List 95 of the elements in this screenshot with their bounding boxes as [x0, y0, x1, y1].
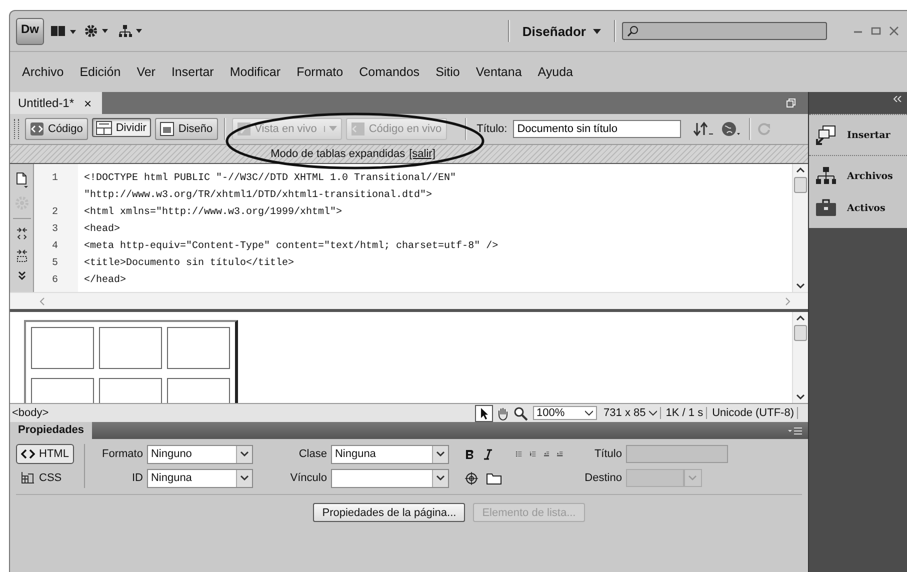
- layout-menu-icon[interactable]: [50, 25, 78, 37]
- design-view-icon: [160, 122, 174, 136]
- field-label: Vínculo: [289, 472, 327, 484]
- split-view-icon: [96, 120, 112, 134]
- menu-item[interactable]: Edición: [72, 65, 129, 79]
- caret-icon: [592, 27, 602, 35]
- panel-item[interactable]: Activos: [809, 192, 907, 224]
- panel-item[interactable]: Insertar: [809, 114, 907, 156]
- document-tab-label: Untitled-1*: [18, 96, 74, 110]
- insert-window-icon: [815, 125, 837, 145]
- code-brackets-icon: [21, 449, 35, 459]
- panel-item[interactable]: Archivos: [809, 160, 907, 192]
- italic-button[interactable]: [482, 448, 493, 460]
- collapse-tag-icon[interactable]: [16, 227, 28, 241]
- collapse-selection-icon[interactable]: [16, 249, 28, 263]
- exit-link[interactable]: [salir]: [409, 148, 436, 160]
- field-label: Destino: [584, 472, 622, 484]
- menu-item[interactable]: Ver: [128, 65, 164, 79]
- search-icon: [627, 25, 639, 37]
- pointer-tool-icon[interactable]: [474, 404, 493, 422]
- code-brackets-icon: [30, 122, 44, 136]
- restore-icon[interactable]: [786, 98, 796, 108]
- zoom-tool-icon[interactable]: [512, 406, 529, 420]
- format-select[interactable]: Ninguno: [146, 444, 253, 464]
- tag-selector[interactable]: <body>: [12, 407, 49, 419]
- search-field[interactable]: [622, 22, 827, 40]
- encoding: Unicode (UTF-8): [709, 407, 798, 419]
- view-button[interactable]: Dividir: [92, 118, 152, 137]
- menu-item[interactable]: Archivo: [14, 65, 72, 79]
- line-number: 6: [50, 275, 59, 286]
- field-label: ID: [130, 472, 143, 484]
- field-label: Clase: [298, 448, 327, 460]
- briefcase-icon: [815, 198, 837, 218]
- code-line: <title>Documento sin título</title>: [83, 258, 294, 269]
- file-transfer-icon[interactable]: [693, 121, 716, 137]
- panel-label: Activos: [847, 202, 886, 214]
- double-chevron-icon[interactable]: [16, 271, 26, 281]
- menu-item[interactable]: Formato: [288, 65, 352, 79]
- menu-item[interactable]: Insertar: [163, 65, 222, 79]
- panel-label: Insertar: [847, 130, 890, 140]
- scroll-thumb[interactable]: [794, 325, 807, 341]
- code-line: <meta http-equiv="Content-Type" content="text/html; charset=utf-8" />: [83, 241, 498, 252]
- mode-button[interactable]: HTML: [16, 444, 74, 464]
- code-line: <!DOCTYPE html PUBLIC "-//W3C//DTD XHTML 1.0 Transitional//EN": [83, 173, 456, 184]
- close-icon[interactable]: [889, 26, 899, 36]
- window-size-select[interactable]: 731 x 85: [600, 407, 661, 419]
- zoom-select[interactable]: 100%: [532, 406, 597, 420]
- code-line: <head>: [83, 224, 120, 235]
- field-label: Formato: [100, 448, 143, 460]
- document-icon[interactable]: [16, 172, 28, 188]
- vertical-scrollbar[interactable]: [792, 164, 808, 292]
- line-number: 2: [50, 207, 59, 218]
- mode-button[interactable]: CSS: [16, 468, 74, 488]
- workspace-switcher[interactable]: Diseñador: [516, 24, 608, 38]
- app-logo: Dw: [16, 18, 44, 44]
- menu-item[interactable]: Ayuda: [530, 65, 581, 79]
- vertical-scrollbar[interactable]: [792, 312, 808, 403]
- folder-icon[interactable]: [486, 472, 502, 484]
- caret-icon: [328, 126, 337, 132]
- maximize-icon[interactable]: [871, 26, 881, 36]
- collapse-panel-icon[interactable]: [893, 96, 903, 102]
- code-line: <html xmlns="http://www.w3.org/1999/xhtml">: [83, 207, 342, 218]
- tab-close-button[interactable]: ×: [84, 96, 92, 110]
- view-button[interactable]: Código: [25, 118, 88, 140]
- link-select[interactable]: [330, 468, 449, 488]
- mode-text: Modo de tablas expandidas: [270, 148, 406, 160]
- properties-button[interactable]: Propiedades de la página...: [313, 503, 466, 522]
- line-number: 4: [50, 241, 59, 252]
- class-select[interactable]: Ninguna: [330, 444, 449, 464]
- menu-item[interactable]: Sitio: [428, 65, 468, 79]
- field-label: Título: [593, 448, 622, 460]
- panel-menu-icon[interactable]: [788, 426, 802, 434]
- bold-button[interactable]: [464, 448, 475, 460]
- line-number: 5: [50, 258, 59, 269]
- panel-label: Archivos: [847, 170, 893, 182]
- title-field[interactable]: Documento sin título: [513, 120, 682, 138]
- code-editor[interactable]: [34, 164, 808, 292]
- document-tab[interactable]: Untitled-1* ×: [10, 92, 102, 114]
- menu-item[interactable]: Modificar: [222, 65, 289, 79]
- menu-item[interactable]: Comandos: [351, 65, 428, 79]
- live-code-icon: [350, 122, 365, 136]
- line-number: 3: [50, 224, 59, 235]
- title-label: Título:: [476, 123, 508, 135]
- download-speed: 1K / 1 s: [662, 407, 708, 419]
- css-grid-icon: [21, 472, 35, 484]
- menu-item[interactable]: Ventana: [468, 65, 530, 79]
- code-line: "http://www.w3.org/TR/xhtml1/DTD/xhtml1-transitional.dtd">: [83, 190, 432, 201]
- id-select[interactable]: Ninguna: [146, 468, 253, 488]
- scroll-thumb[interactable]: [794, 177, 807, 193]
- view-button[interactable]: Diseño: [155, 118, 218, 140]
- properties-tab[interactable]: Propiedades: [10, 422, 92, 439]
- code-line: </head>: [83, 275, 126, 286]
- sitemap-icon: [815, 166, 837, 186]
- crosshair-icon[interactable]: [464, 472, 478, 484]
- line-number: 1: [50, 173, 59, 184]
